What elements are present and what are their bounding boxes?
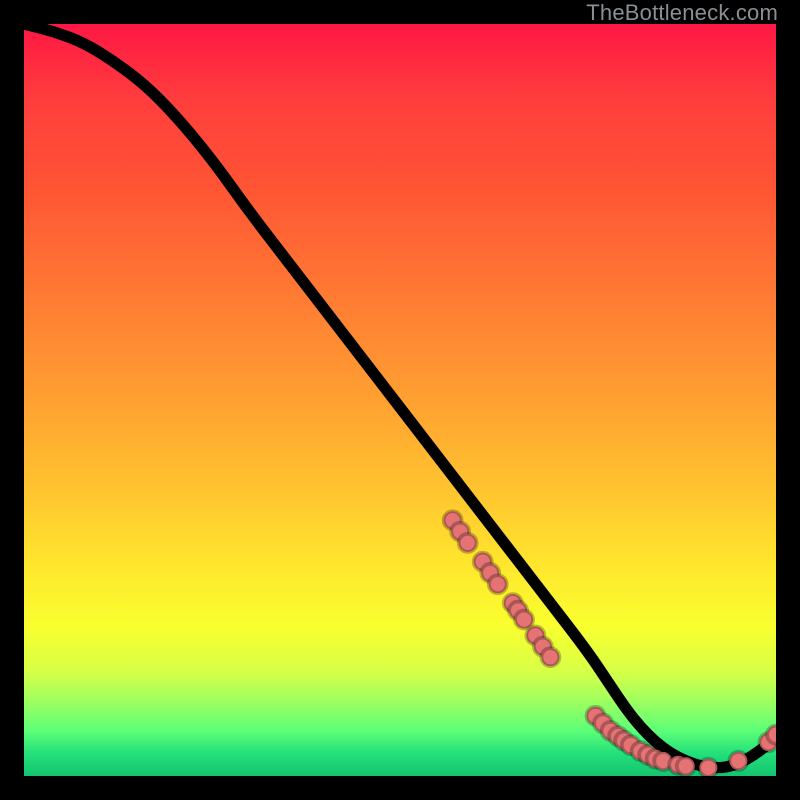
watermark-text: TheBottleneck.com bbox=[586, 0, 778, 26]
data-point bbox=[489, 575, 507, 593]
bottleneck-curve bbox=[24, 24, 776, 768]
data-point bbox=[767, 726, 776, 744]
plot-area bbox=[24, 24, 776, 776]
chart-svg bbox=[24, 24, 776, 776]
data-point bbox=[699, 759, 717, 776]
chart-frame: TheBottleneck.com bbox=[0, 0, 800, 800]
data-point bbox=[541, 648, 559, 666]
data-point bbox=[729, 752, 747, 770]
data-points bbox=[444, 511, 776, 776]
data-point bbox=[677, 757, 695, 775]
data-point bbox=[459, 534, 477, 552]
